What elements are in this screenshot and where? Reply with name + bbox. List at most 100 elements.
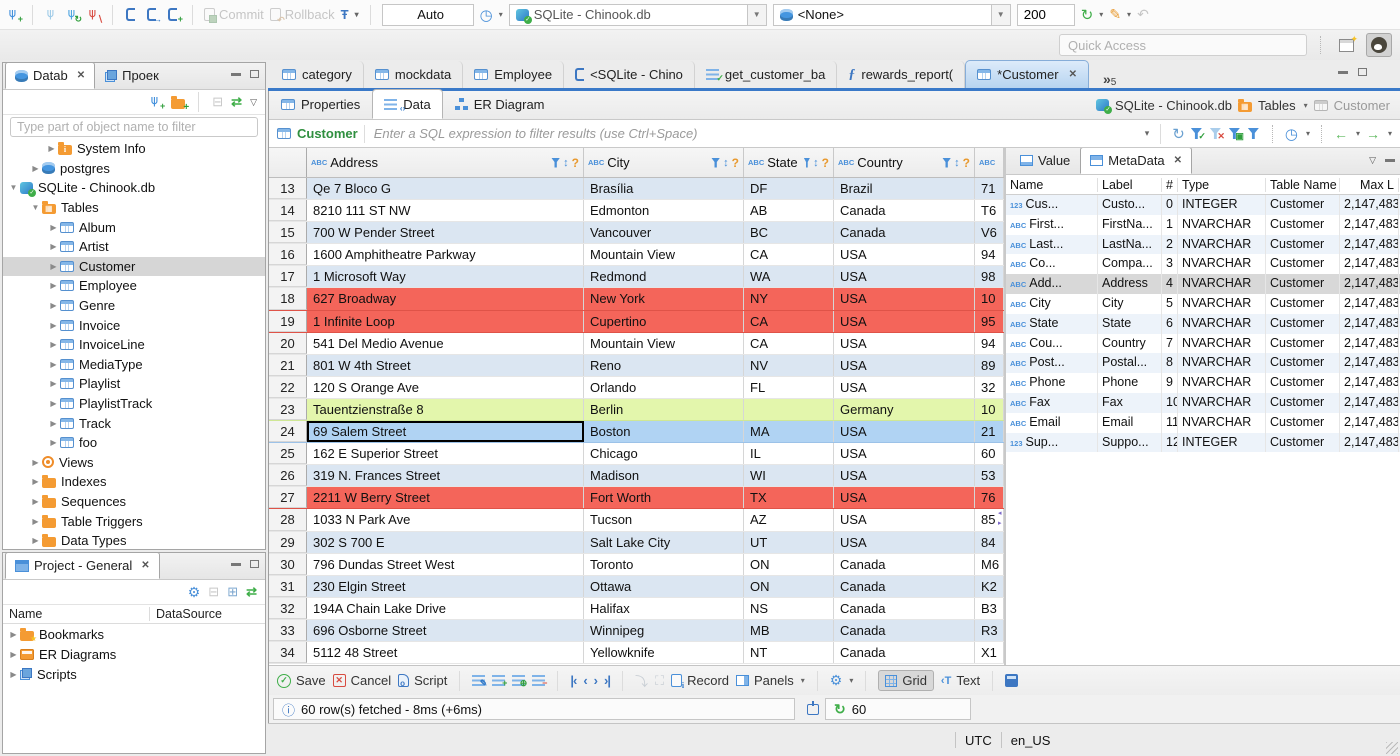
chevron-down-icon[interactable]: ▾ xyxy=(1356,129,1360,138)
grid-cell[interactable]: 541 Del Medio Avenue xyxy=(307,332,584,354)
brush-icon[interactable]: ✎ ▾ xyxy=(1109,6,1131,23)
tree-item-employee[interactable]: ▶ Employee xyxy=(3,276,265,296)
settings-gear-icon[interactable]: ⚙ xyxy=(188,584,201,601)
grid-view-button[interactable]: Grid xyxy=(878,670,934,691)
grid-cell[interactable]: 700 W Pender Street xyxy=(307,222,584,244)
collapse-all-icon[interactable]: ⊟ xyxy=(208,584,219,600)
tab-data[interactable]: Data xyxy=(372,89,443,119)
breadcrumb-container[interactable]: Tables xyxy=(1258,98,1296,113)
grid-cell[interactable]: Tucson xyxy=(584,509,744,531)
connection-dropdown-button[interactable]: ▼ xyxy=(746,4,766,25)
calc-panel-icon[interactable] xyxy=(1005,674,1019,687)
grid-cell[interactable]: USA xyxy=(834,487,975,509)
filter-funnel-icon[interactable] xyxy=(551,157,561,168)
chevron-right-icon[interactable]: ▶ xyxy=(47,223,60,232)
chevron-right-icon[interactable]: ▶ xyxy=(29,536,42,545)
close-icon[interactable]: ✕ xyxy=(1174,155,1182,166)
row-number[interactable]: 22 xyxy=(269,376,307,398)
grid-cell[interactable]: Canada xyxy=(834,641,975,664)
grid-cell[interactable]: 120 S Orange Ave xyxy=(307,376,584,398)
chevron-right-icon[interactable]: ▶ xyxy=(29,497,42,506)
metadata-row[interactable]: ABCFaxFax10NVARCHARCustomer2,147,483 xyxy=(1006,392,1400,413)
grid-cell[interactable]: Canada xyxy=(834,575,975,597)
grid-cell[interactable]: AZ xyxy=(744,509,834,531)
row-number[interactable]: 32 xyxy=(269,597,307,619)
grid-cell[interactable] xyxy=(744,398,834,421)
grid-cell[interactable]: NS xyxy=(744,597,834,619)
tree-item-invoice[interactable]: ▶ Invoice xyxy=(3,315,265,335)
record-button[interactable]: Record xyxy=(671,673,729,690)
back-arrow-icon[interactable]: ← xyxy=(1334,126,1348,142)
filter-dropdown-icon[interactable]: ▾ xyxy=(1145,128,1150,139)
rollback-button[interactable]: Rollback xyxy=(269,7,335,26)
grid-cell[interactable]: 10 xyxy=(975,398,1004,421)
tree-item-sequences[interactable]: ▶ Sequences xyxy=(3,492,265,512)
grid-cell[interactable]: Fort Worth xyxy=(584,487,744,509)
tree-item-invoiceline[interactable]: ▶ InvoiceLine xyxy=(3,335,265,355)
grid-cell[interactable]: USA xyxy=(834,531,975,553)
metadata-column-label[interactable]: Label xyxy=(1098,177,1162,192)
grid-cell[interactable]: NV xyxy=(744,354,834,376)
tree-item-table-triggers[interactable]: ▶ Table Triggers xyxy=(3,511,265,531)
chevron-down-icon[interactable]: ▼ xyxy=(29,203,42,212)
tree-item-customer[interactable]: ▶ Customer xyxy=(3,256,265,277)
column-header-state[interactable]: ABC State ↕? xyxy=(744,148,834,177)
row-number[interactable]: 24 xyxy=(269,421,307,443)
grid-cell[interactable]: AB xyxy=(744,200,834,222)
grid-cell[interactable]: 1 Microsoft Way xyxy=(307,266,584,288)
row-number[interactable]: 20 xyxy=(269,332,307,354)
grid-cell[interactable]: 94 xyxy=(975,244,1004,266)
grid-cell[interactable]: 10 xyxy=(975,288,1004,310)
next-row-icon[interactable]: › xyxy=(594,673,598,688)
resize-grip[interactable] xyxy=(1386,742,1398,754)
new-connection-button[interactable]: ⋔ + xyxy=(148,94,165,111)
grid-cell[interactable]: UT xyxy=(744,531,834,553)
fetch-all-icon[interactable]: ⛶ xyxy=(655,673,664,689)
editor-tab-category[interactable]: category xyxy=(271,61,364,88)
sql-history-button[interactable]: ◷ ▾ xyxy=(480,6,503,24)
disconnect-button[interactable]: ⋔ ∖ xyxy=(86,7,103,24)
auto-refresh-status[interactable]: ↻ 60 xyxy=(825,698,971,720)
grid-cell[interactable]: 98 xyxy=(975,266,1004,288)
tab-properties[interactable]: Properties xyxy=(269,89,372,119)
row-number[interactable]: 28 xyxy=(269,509,307,531)
tab-metadata[interactable]: MetaData ✕ xyxy=(1080,148,1193,174)
connection-select[interactable]: SQLite - Chinook.db ▼ xyxy=(508,3,767,26)
breadcrumb-connection[interactable]: SQLite - Chinook.db xyxy=(1115,98,1232,113)
tree-item-foo[interactable]: ▶ foo xyxy=(3,433,265,453)
grid-cell[interactable]: USA xyxy=(834,332,975,354)
grid-cell[interactable]: USA xyxy=(834,354,975,376)
chevron-right-icon[interactable]: ▶ xyxy=(7,630,20,639)
open-sql-script-button[interactable]: → xyxy=(145,7,162,23)
grid-cell[interactable]: 319 N. Frances Street xyxy=(307,465,584,487)
hidden-tabs-count[interactable]: » 5 xyxy=(1103,72,1116,88)
grid-cell[interactable]: CA xyxy=(744,310,834,332)
tree-item-system-info[interactable]: ▶ System Info xyxy=(3,139,265,159)
row-number[interactable]: 17 xyxy=(269,266,307,288)
grid-cell[interactable]: 5112 48 Street xyxy=(307,641,584,664)
grid-cell[interactable]: ON xyxy=(744,575,834,597)
grid-cell[interactable]: CA xyxy=(744,244,834,266)
schema-dropdown-button[interactable]: ▼ xyxy=(990,4,1010,25)
grid-cell[interactable]: Ottawa xyxy=(584,575,744,597)
tree-item-sqlite-chinook-db[interactable]: ▼ SQLite - Chinook.db xyxy=(3,178,265,198)
grid-cell[interactable]: Mountain View xyxy=(584,244,744,266)
calc-board-icon[interactable] xyxy=(807,700,819,715)
grid-cell[interactable]: 627 Broadway xyxy=(307,288,584,310)
grid-cell[interactable]: M6 xyxy=(975,553,1004,575)
grid-cell[interactable]: 32 xyxy=(975,376,1004,398)
minimize-icon[interactable] xyxy=(231,72,241,76)
chevron-right-icon[interactable]: ▶ xyxy=(47,438,60,447)
project-item-bookmarks[interactable]: ▶ Bookmarks xyxy=(3,624,265,644)
grid-cell[interactable]: 21 xyxy=(975,421,1004,443)
grid-cell[interactable]: 76 xyxy=(975,487,1004,509)
grid-cell[interactable]: USA xyxy=(834,443,975,465)
chevron-right-icon[interactable]: ▶ xyxy=(47,399,60,408)
chevron-right-icon[interactable]: ▶ xyxy=(47,340,60,349)
row-number[interactable]: 26 xyxy=(269,465,307,487)
grid-cell[interactable]: 60 xyxy=(975,443,1004,465)
expand-all-icon[interactable]: ⊞ xyxy=(227,584,238,600)
chevron-right-icon[interactable]: ▶ xyxy=(47,281,60,290)
grid-cell[interactable]: 796 Dundas Street West xyxy=(307,553,584,575)
auto-refresh-icon[interactable]: ◷ xyxy=(1285,125,1298,143)
